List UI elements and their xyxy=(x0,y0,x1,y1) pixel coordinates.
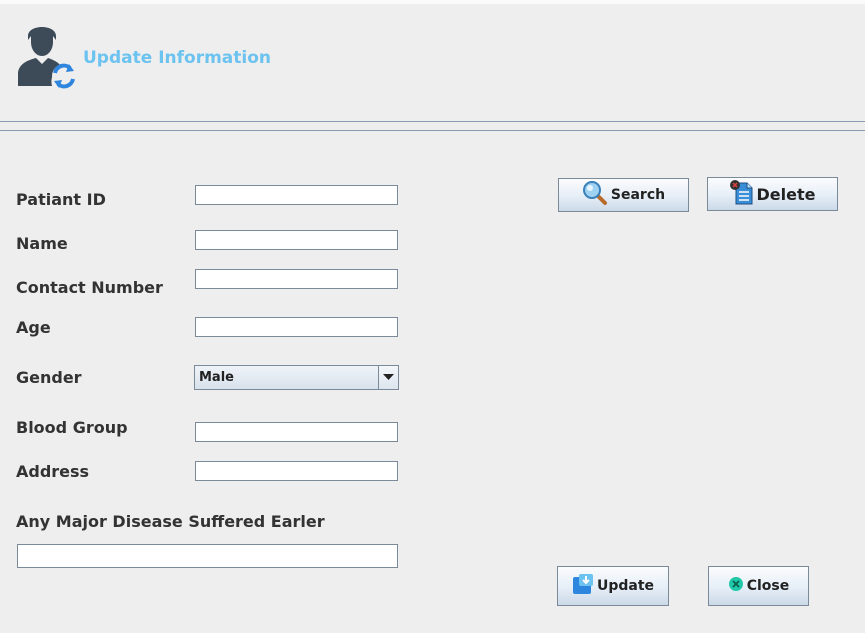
gender-select[interactable]: Male xyxy=(194,365,399,390)
age-input[interactable] xyxy=(195,317,398,337)
update-button[interactable]: Update xyxy=(557,566,669,606)
save-download-icon xyxy=(572,573,594,599)
name-label: Name xyxy=(16,234,68,253)
contact-number-label: Contact Number xyxy=(16,278,163,297)
close-circle-icon xyxy=(728,576,744,596)
blood-group-label: Blood Group xyxy=(16,418,128,437)
page-title: Update Information xyxy=(83,48,271,68)
close-button[interactable]: Close xyxy=(708,566,809,606)
search-button[interactable]: Search xyxy=(558,178,689,212)
chevron-down-icon[interactable] xyxy=(378,366,398,389)
delete-button-label: Delete xyxy=(756,184,816,204)
close-button-label: Close xyxy=(746,578,790,594)
delete-button[interactable]: Delete xyxy=(707,177,838,211)
search-button-label: Search xyxy=(610,187,666,203)
magnifier-icon xyxy=(582,180,608,210)
blood-group-input[interactable] xyxy=(195,422,398,442)
gender-selected-value: Male xyxy=(199,370,234,385)
patient-id-label: Patiant ID xyxy=(16,190,106,209)
gender-label: Gender xyxy=(16,368,82,387)
update-button-label: Update xyxy=(596,578,655,594)
disease-label: Any Major Disease Suffered Earler xyxy=(16,512,325,531)
document-delete-icon xyxy=(729,179,754,209)
age-label: Age xyxy=(16,318,51,337)
user-refresh-icon xyxy=(14,24,78,90)
name-input[interactable] xyxy=(195,230,398,250)
contact-number-input[interactable] xyxy=(195,269,398,289)
header-divider xyxy=(0,130,865,131)
patient-id-input[interactable] xyxy=(195,185,398,205)
window-top-strip xyxy=(0,0,865,4)
disease-input[interactable] xyxy=(17,544,398,568)
address-label: Address xyxy=(16,462,90,481)
header-divider xyxy=(0,121,865,122)
address-input[interactable] xyxy=(195,461,398,481)
